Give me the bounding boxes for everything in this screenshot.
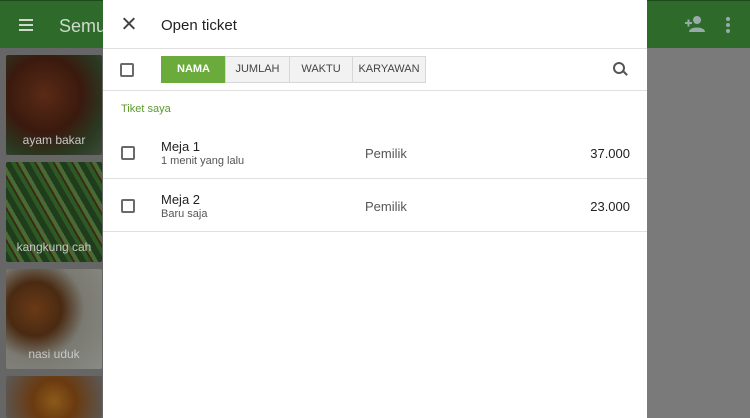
item-tile[interactable]: [6, 376, 102, 418]
section-label: Tiket saya: [121, 103, 171, 115]
sort-tab-karyawan[interactable]: KARYAWAN: [352, 56, 426, 83]
item-tile[interactable]: nasi uduk: [6, 269, 102, 369]
more-vertical-icon[interactable]: [720, 15, 736, 35]
hamburger-menu-icon[interactable]: [14, 14, 38, 38]
dialog-header: Open ticket: [103, 0, 647, 49]
ticket-amount: 23.000: [590, 199, 630, 214]
item-image: [6, 376, 102, 418]
item-grid: ayam bakar kangkung cah nasi uduk: [0, 48, 104, 418]
item-label: ayam bakar: [22, 133, 86, 147]
open-ticket-dialog: Open ticket NAMA JUMLAH WAKTU KARYAWAN T…: [103, 0, 647, 418]
sort-tabs: NAMA JUMLAH WAKTU KARYAWAN: [161, 56, 426, 83]
ticket-checkbox[interactable]: [121, 146, 135, 160]
ticket-name: Meja 2: [161, 192, 201, 207]
ticket-row[interactable]: Meja 1 1 menit yang lalu Pemilik 37.000: [103, 126, 647, 179]
select-all-checkbox[interactable]: [120, 63, 134, 77]
sort-tab-nama[interactable]: NAMA: [161, 56, 226, 83]
ticket-time: Baru saja: [161, 208, 208, 220]
close-icon[interactable]: [119, 14, 139, 34]
ticket-name: Meja 1: [161, 139, 201, 154]
ticket-owner: Pemilik: [365, 146, 407, 161]
item-tile[interactable]: kangkung cah: [6, 162, 102, 262]
ticket-checkbox[interactable]: [121, 199, 135, 213]
ticket-time: 1 menit yang lalu: [161, 155, 245, 167]
ticket-owner: Pemilik: [365, 199, 407, 214]
sort-bar: NAMA JUMLAH WAKTU KARYAWAN: [103, 49, 647, 91]
ticket-row[interactable]: Meja 2 Baru saja Pemilik 23.000: [103, 179, 647, 232]
add-person-icon[interactable]: [684, 15, 706, 35]
sort-tab-waktu[interactable]: WAKTU: [289, 56, 353, 83]
item-label: kangkung cah: [16, 240, 92, 254]
background-area: [647, 48, 750, 418]
item-label: nasi uduk: [28, 347, 80, 361]
sort-tab-jumlah[interactable]: JUMLAH: [225, 56, 290, 83]
dialog-title: Open ticket: [161, 17, 237, 34]
search-icon[interactable]: [613, 62, 629, 78]
item-tile[interactable]: ayam bakar: [6, 55, 102, 155]
ticket-amount: 37.000: [590, 146, 630, 161]
